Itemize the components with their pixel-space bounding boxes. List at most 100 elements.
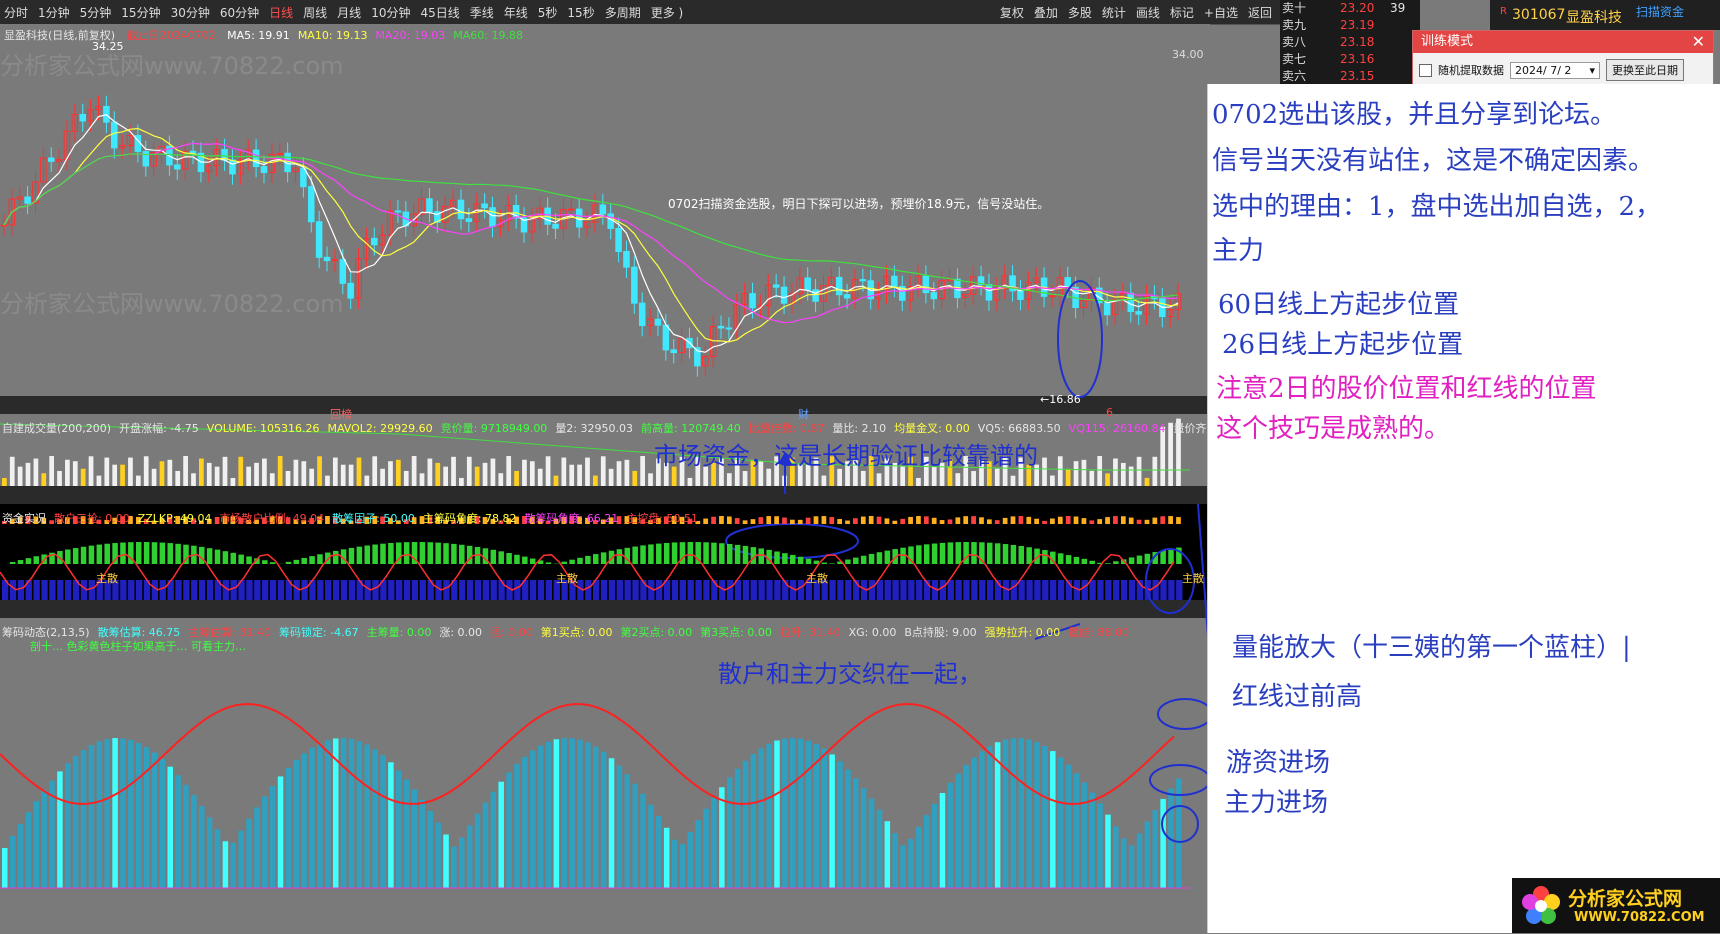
chip-bar <box>223 841 229 888</box>
fund-green-bar <box>26 558 32 564</box>
tab-period-0[interactable]: 分时 <box>4 4 28 21</box>
vol_panel-item-1: 开盘涨幅: -4.75 <box>119 422 199 435</box>
fund-green-bar <box>223 551 229 564</box>
chart-canvas[interactable] <box>0 24 1210 930</box>
chip-bar <box>758 748 764 888</box>
note-line-7: 这个技巧是成熟的。 <box>1216 408 1450 445</box>
fund-blue-bar <box>404 580 410 600</box>
tool-button-7[interactable]: 返回 <box>1248 4 1272 21</box>
order-row[interactable]: 卖七23.16 <box>1280 51 1420 68</box>
tab-period-2[interactable]: 5分钟 <box>80 4 112 21</box>
volume-bar <box>475 467 480 486</box>
tab-period-12[interactable]: 年线 <box>504 4 528 21</box>
tool-button-0[interactable]: 复权 <box>1000 4 1024 21</box>
fund-green-bar <box>1089 561 1095 564</box>
watermark-2: 分析家公式网www.70822.com <box>0 284 344 319</box>
tab-period-14[interactable]: 15秒 <box>567 4 594 21</box>
stock-tag[interactable]: R 301067 显盈科技 扫描资金 <box>1490 0 1720 30</box>
fund-green-bar <box>451 544 457 564</box>
fund-green-bar <box>207 548 213 564</box>
tool-button-4[interactable]: 画线 <box>1136 4 1160 21</box>
fund-green-bar <box>160 543 166 564</box>
change-date-button[interactable]: 更换至此日期 <box>1606 59 1684 81</box>
volume-bar <box>89 456 94 486</box>
tool-button-2[interactable]: 多股 <box>1068 4 1092 21</box>
fund-blue-bar <box>136 580 142 600</box>
candle-body <box>253 150 259 167</box>
order-price: 23.19 <box>1340 17 1390 34</box>
fund-blue-bar <box>798 580 804 600</box>
fund-green-bar <box>995 543 1001 564</box>
volume-bar <box>128 458 133 486</box>
fund-green-bar <box>735 545 741 564</box>
brand-logo: 分析家公式网 WWW.70822.COM <box>1512 878 1720 933</box>
fund-green-bar <box>104 544 110 564</box>
fund-blue-bar <box>49 580 55 600</box>
tab-period-4[interactable]: 30分钟 <box>171 4 210 21</box>
order-book: 卖十23.2039卖九23.19卖八23.18卖七23.16卖六23.15 <box>1280 0 1420 90</box>
order-row[interactable]: 卖十23.2039 <box>1280 0 1420 17</box>
fund-green-bar <box>1066 555 1072 564</box>
volume-bar <box>443 467 448 486</box>
fund-blue-bar <box>538 580 544 600</box>
close-icon[interactable]: ✕ <box>1692 31 1705 53</box>
fund-green-bar <box>514 555 520 564</box>
tab-period-15[interactable]: 多周期 <box>605 4 641 21</box>
tab-period-11[interactable]: 季线 <box>470 4 494 21</box>
tab-period-13[interactable]: 5秒 <box>538 4 558 21</box>
tab-period-6[interactable]: 日线 <box>269 4 293 21</box>
fund-green-bar <box>829 563 835 564</box>
tab-period-9[interactable]: 10分钟 <box>371 4 410 21</box>
tool-button-1[interactable]: 叠加 <box>1034 4 1058 21</box>
tab-period-1[interactable]: 1分钟 <box>38 4 70 21</box>
chip-bar <box>1019 738 1025 888</box>
tool-button-6[interactable]: +自选 <box>1204 4 1238 21</box>
fund-blue-bar <box>270 580 276 600</box>
tool-button-3[interactable]: 统计 <box>1102 4 1126 21</box>
date-picker[interactable]: 2024/ 7/ 2 ▾ <box>1510 62 1600 79</box>
order-row[interactable]: 卖九23.19 <box>1280 17 1420 34</box>
volume-annotation: 市场资金，这是长期验证比较靠谱的 <box>654 436 1038 471</box>
tab-period-8[interactable]: 月线 <box>337 4 361 21</box>
tool-button-5[interactable]: 标记 <box>1170 4 1194 21</box>
chip-bar <box>1105 815 1111 888</box>
fund-blue-bar <box>1113 580 1119 600</box>
chip-bar <box>932 804 938 888</box>
order-row[interactable]: 卖八23.18 <box>1280 34 1420 51</box>
fund-blue-bar <box>498 580 504 600</box>
tab-period-3[interactable]: 15分钟 <box>121 4 160 21</box>
fund-green-bar <box>459 545 465 564</box>
volume-bar <box>688 478 693 486</box>
chip-bar <box>41 791 47 888</box>
candle-body <box>316 222 322 258</box>
tab-period-7[interactable]: 周线 <box>303 4 327 21</box>
tab-period-16[interactable]: 更多 ) <box>651 4 684 21</box>
fund-green-bar <box>940 543 946 564</box>
chip-bar <box>459 837 465 888</box>
volume-bar <box>183 456 188 486</box>
chip-bar <box>262 796 268 888</box>
volume-bar <box>112 465 117 486</box>
volume-bar <box>333 458 338 486</box>
fund-blue-bar <box>546 580 552 600</box>
volume-bar <box>167 460 172 486</box>
fund-top-bar <box>837 519 842 524</box>
training-dialog: 训练模式 ✕ 随机提取数据 2024/ 7/ 2 ▾ 更换至此日期 <box>1412 30 1714 86</box>
chevron-down-icon: ▾ <box>1589 64 1595 77</box>
chip-bar <box>538 746 544 888</box>
chip-bar <box>396 770 402 888</box>
volume-bar <box>1042 458 1047 486</box>
fund-blue-bar <box>625 580 631 600</box>
order-row[interactable]: 卖六23.15 <box>1280 68 1420 85</box>
random-checkbox[interactable] <box>1419 64 1432 77</box>
fund-label-3: 主散 <box>806 570 828 586</box>
fund-green-bar <box>885 551 891 564</box>
volume-bar <box>380 469 385 486</box>
volume-bar <box>26 463 31 486</box>
tab-period-5[interactable]: 60分钟 <box>220 4 259 21</box>
candle-body <box>332 260 338 261</box>
chip-bar <box>530 751 536 888</box>
tab-period-10[interactable]: 45日线 <box>420 4 459 21</box>
fund-top-bar <box>995 520 1000 524</box>
chip-bar <box>152 752 158 888</box>
